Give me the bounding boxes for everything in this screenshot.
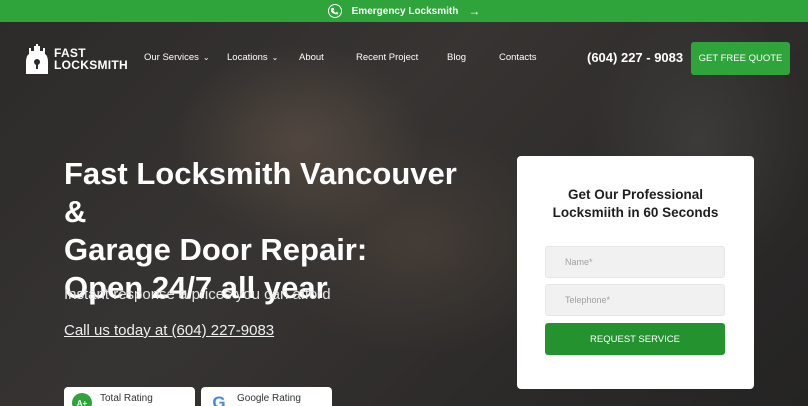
nav-label: Recent Project: [356, 52, 419, 63]
form-title-line-1: Get Our Professional: [567, 187, 704, 202]
nav-item-locations[interactable]: Locations ⌄: [227, 52, 299, 63]
form-title-line-2: Locksmiith in 60 Seconds: [552, 205, 719, 220]
telephone-input[interactable]: [545, 284, 725, 316]
headline-line-2: Garage Door Repair:: [64, 232, 368, 267]
emergency-bar[interactable]: Emergency Locksmith →: [0, 0, 808, 22]
nav-item-contacts[interactable]: Contacts: [499, 52, 537, 63]
site-header: FAST LOCKSMITH Our Services ⌄ Locations …: [0, 22, 808, 94]
nav-label: About: [299, 52, 324, 63]
request-service-button[interactable]: REQUEST SERVICE: [545, 323, 725, 355]
phone-24-icon: [327, 4, 342, 18]
rating-label: Google Rating: [237, 393, 301, 404]
logo-text: FAST LOCKSMITH: [54, 47, 128, 71]
arrow-right-icon: →: [468, 4, 481, 18]
hero-headline: Fast Locksmith Vancouver & Garage Door R…: [64, 155, 484, 307]
header-phone-link[interactable]: (604) 227 - 9083: [587, 50, 683, 65]
google-icon: G: [212, 393, 226, 406]
nav-item-our-services[interactable]: Our Services ⌄: [144, 52, 227, 63]
nav-item-about[interactable]: About: [299, 52, 356, 63]
name-input[interactable]: [545, 246, 725, 278]
nav-label: Our Services: [144, 52, 199, 63]
quote-form-card: Get Our Professional Locksmiith in 60 Se…: [517, 156, 754, 389]
rating-label: Total Rating: [100, 393, 153, 404]
logo-line-2: LOCKSMITH: [54, 58, 129, 72]
nav-label: Blog: [447, 52, 467, 63]
headline-line-1: Fast Locksmith Vancouver &: [64, 156, 457, 229]
form-title: Get Our Professional Locksmiith in 60 Se…: [517, 186, 754, 222]
hero-subline: Instant response a prices you can afford: [64, 286, 331, 303]
call-us-link[interactable]: Call us today at (604) 227-9083: [64, 322, 274, 339]
castle-lock-icon: [26, 44, 48, 74]
get-free-quote-button[interactable]: GET FREE QUOTE: [691, 42, 790, 75]
total-rating-card[interactable]: A+ Total Rating: [64, 387, 195, 406]
nav-item-blog[interactable]: Blog: [447, 52, 499, 63]
a-plus-badge-icon: A+: [72, 393, 92, 406]
logo[interactable]: FAST LOCKSMITH: [26, 44, 128, 74]
emergency-label: Emergency Locksmith: [351, 5, 459, 17]
chevron-down-icon: ⌄: [202, 53, 210, 62]
nav-label: Locations: [227, 52, 268, 63]
nav-item-recent-project[interactable]: Recent Project: [356, 52, 447, 63]
main-nav: Our Services ⌄ Locations ⌄ About Recent …: [144, 52, 537, 63]
nav-label: Contacts: [499, 52, 537, 63]
google-rating-card[interactable]: G Google Rating: [201, 387, 332, 406]
chevron-down-icon: ⌄: [271, 53, 279, 62]
